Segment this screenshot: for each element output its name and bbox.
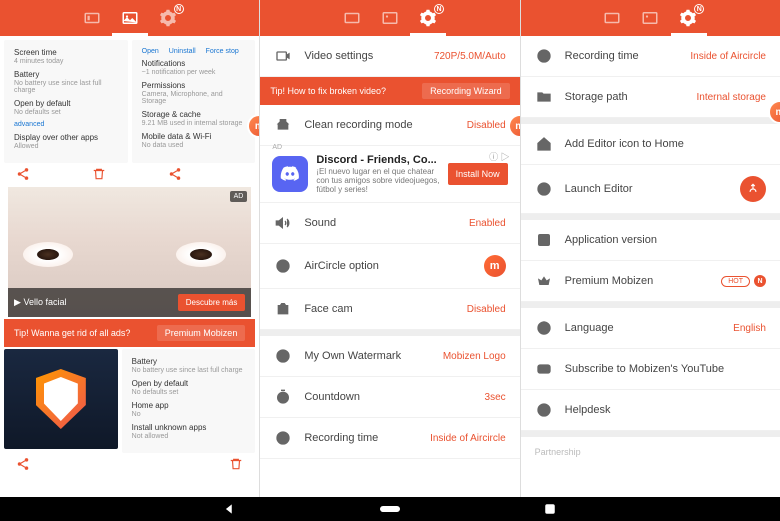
app-icon	[535, 231, 553, 249]
delete-icon[interactable]	[92, 167, 106, 181]
app-info-card[interactable]: Open Uninstall Force stop Notifications …	[132, 40, 256, 163]
back-button[interactable]	[220, 499, 240, 519]
partnership-label: Partnership	[521, 437, 780, 467]
video-tab-icon[interactable]	[82, 8, 102, 28]
new-badge: N	[434, 4, 444, 14]
premium-button[interactable]: Premium Mobizen	[157, 325, 246, 341]
app-info-card[interactable]: Battery No battery use since last full c…	[122, 349, 256, 453]
globe-icon	[535, 319, 553, 337]
video-tab-icon[interactable]	[602, 8, 622, 28]
discord-ad[interactable]: AD ⓘ ▷ Discord - Friends, Co...¡El nuevo…	[260, 146, 519, 203]
install-button[interactable]: Install Now	[448, 163, 508, 185]
helpdesk-row[interactable]: Helpdesk	[521, 390, 780, 431]
video-icon	[274, 47, 292, 65]
ad-info-icon[interactable]: ⓘ ▷	[489, 150, 510, 163]
aircircle-icon	[274, 257, 292, 275]
sound-row[interactable]: SoundEnabled	[260, 203, 519, 244]
sound-icon	[274, 214, 292, 232]
clock-icon	[535, 47, 553, 65]
clean-mode-row[interactable]: Clean recording modeDisabled	[260, 105, 519, 146]
image-tab-icon[interactable]	[640, 8, 660, 28]
add-editor-row[interactable]: Add Editor icon to Home	[521, 124, 780, 165]
camera-icon	[274, 300, 292, 318]
app-icon-card[interactable]	[4, 349, 118, 449]
share-icon[interactable]	[168, 167, 182, 181]
ad-tag: AD	[230, 191, 248, 202]
recording-time-row[interactable]: Recording timeInside of Aircircle	[260, 418, 519, 459]
ad-banner[interactable]: AD ▶ Vello facial Descubre más	[8, 187, 251, 317]
youtube-row[interactable]: Subscribe to Mobizen's YouTube	[521, 349, 780, 390]
help-icon	[535, 401, 553, 419]
language-row[interactable]: LanguageEnglish	[521, 308, 780, 349]
settings-panel-2: N Recording timeInside of Aircircle Stor…	[521, 0, 780, 497]
facecam-row[interactable]: Face camDisabled	[260, 289, 519, 330]
mobizen-icon: m	[484, 255, 506, 277]
screen-time-label: Screen time	[14, 48, 118, 57]
ad-cta-button[interactable]: Descubre más	[178, 294, 246, 311]
share-icon[interactable]	[16, 457, 30, 471]
watermark-icon	[274, 347, 292, 365]
settings-panel-1: N Video settings720P/5.0M/Auto Tip! How …	[260, 0, 520, 497]
folder-icon	[535, 88, 553, 106]
launch-editor-row[interactable]: Launch Editor	[521, 165, 780, 214]
home-icon	[535, 135, 553, 153]
topbar: N	[260, 0, 519, 36]
video-tab-icon[interactable]	[342, 8, 362, 28]
topbar: N	[0, 0, 259, 36]
recent-button[interactable]	[540, 499, 560, 519]
share-icon[interactable]	[16, 167, 30, 181]
wizard-button[interactable]: Recording Wizard	[422, 83, 510, 99]
new-badge: N	[754, 275, 766, 287]
clock-icon	[274, 429, 292, 447]
hot-chip: HOT	[721, 276, 750, 287]
home-button[interactable]	[380, 499, 400, 519]
launch-icon	[535, 180, 553, 198]
youtube-icon	[535, 360, 553, 378]
version-row[interactable]: Application version	[521, 220, 780, 261]
discord-icon	[272, 156, 308, 192]
tip-banner[interactable]: Tip! Wanna get rid of all ads? Premium M…	[4, 319, 255, 347]
image-tab-icon[interactable]	[120, 8, 140, 28]
tip-banner[interactable]: Tip! How to fix broken video?Recording W…	[260, 77, 519, 105]
app-info-card[interactable]: Screen time 4 minutes today Battery No b…	[4, 40, 128, 163]
countdown-row[interactable]: Countdown3sec	[260, 377, 519, 418]
new-badge: N	[694, 4, 704, 14]
watermark-row[interactable]: My Own WatermarkMobizen Logo	[260, 336, 519, 377]
clean-icon	[274, 116, 292, 134]
editor-icon	[740, 176, 766, 202]
topbar: N	[521, 0, 780, 36]
recording-time-row[interactable]: Recording timeInside of Aircircle	[521, 36, 780, 77]
android-navbar	[0, 497, 780, 521]
new-badge: N	[174, 4, 184, 14]
delete-icon[interactable]	[229, 457, 243, 471]
crown-icon	[535, 272, 553, 290]
premium-row[interactable]: Premium MobizenHOTN	[521, 261, 780, 302]
timer-icon	[274, 388, 292, 406]
video-settings-row[interactable]: Video settings720P/5.0M/Auto	[260, 36, 519, 77]
gallery-panel: N Screen time 4 minutes today Battery No…	[0, 0, 260, 497]
aircircle-row[interactable]: AirCircle optionm	[260, 244, 519, 289]
storage-row[interactable]: Storage pathInternal storage	[521, 77, 780, 118]
play-icon: ▶	[14, 297, 21, 307]
image-tab-icon[interactable]	[380, 8, 400, 28]
